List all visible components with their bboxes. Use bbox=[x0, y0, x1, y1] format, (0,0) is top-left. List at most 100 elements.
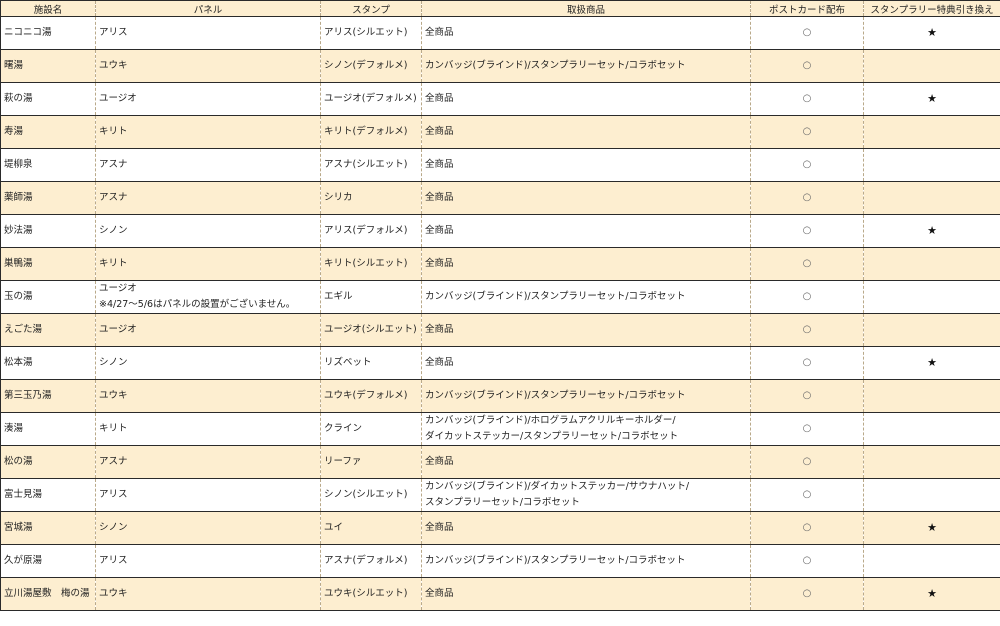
stamp-cell: シノン(デフォルメ) bbox=[320, 49, 422, 83]
facility-cell: 松の湯 bbox=[0, 445, 96, 479]
products-cell: 全商品 bbox=[421, 82, 751, 116]
panel-cell: アリス bbox=[95, 16, 321, 50]
header-reward: スタンプラリー特典引き換え bbox=[863, 0, 1000, 17]
products-cell: 全商品 bbox=[421, 214, 751, 248]
panel-cell: キリト bbox=[95, 115, 321, 149]
products-cell: 全商品 bbox=[421, 511, 751, 545]
products-line: カンバッジ(ブラインド)/スタンプラリーセット/コラボセット bbox=[425, 390, 686, 401]
table-row: ニコニコ湯 アリス アリス(シルエット) 全商品 ○ ★ bbox=[0, 16, 1000, 50]
table-row: 第三玉乃湯 ユウキ ユウキ(デフォルメ) カンバッジ(ブラインド)/スタンプラリーセッ… bbox=[0, 379, 1000, 413]
products-cell: 全商品 bbox=[421, 313, 751, 347]
stamp-cell: クライン bbox=[320, 412, 422, 446]
products-cell: カンバッジ(ブラインド)/ホログラムアクリルキーホルダー/ダイカットステッカー/… bbox=[421, 412, 751, 446]
table-row: 萩の湯 ユージオ ユージオ(デフォルメ) 全商品 ○ ★ bbox=[0, 82, 1000, 116]
panel-cell: ユウキ bbox=[95, 577, 321, 611]
products-line: 全商品 bbox=[425, 357, 454, 368]
reward-star-mark bbox=[863, 313, 1000, 347]
reward-star-mark: ★ bbox=[863, 214, 1000, 248]
panel-line: アリス bbox=[99, 489, 128, 500]
reward-star-mark: ★ bbox=[863, 82, 1000, 116]
facility-cell: 薬師湯 bbox=[0, 181, 96, 215]
panel-line: ユウキ bbox=[99, 390, 128, 401]
panel-line: アリス bbox=[99, 27, 128, 38]
facility-cell: 湊湯 bbox=[0, 412, 96, 446]
panel-line: キリト bbox=[99, 423, 128, 434]
header-panel: パネル bbox=[95, 0, 321, 17]
facility-cell: 宮城湯 bbox=[0, 511, 96, 545]
products-cell: 全商品 bbox=[421, 247, 751, 281]
stamp-cell: シノン(シルエット) bbox=[320, 478, 422, 512]
postcard-mark: ○ bbox=[750, 313, 864, 347]
header-row: 施設名 パネル スタンプ 取扱商品 ポストカード配布 スタンプラリー特典引き換え bbox=[0, 0, 1000, 17]
panel-cell: ユウキ bbox=[95, 49, 321, 83]
reward-star-mark bbox=[863, 148, 1000, 182]
reward-star-mark: ★ bbox=[863, 511, 1000, 545]
panel-line: ユウキ bbox=[99, 60, 128, 71]
panel-line: アスナ bbox=[99, 456, 128, 467]
products-line: 全商品 bbox=[425, 126, 454, 137]
panel-cell: ユージオ bbox=[95, 313, 321, 347]
reward-star-mark bbox=[863, 478, 1000, 512]
table-row: 久が原湯 アリス アスナ(デフォルメ) カンバッジ(ブラインド)/スタンプラリーセット… bbox=[0, 544, 1000, 578]
products-cell: カンバッジ(ブラインド)/スタンプラリーセット/コラボセット bbox=[421, 49, 751, 83]
table-body: ニコニコ湯 アリス アリス(シルエット) 全商品 ○ ★ 曙湯 ユウキ シノン(デフォルメ) カン… bbox=[0, 16, 1000, 611]
table-row: えごた湯 ユージオ ユージオ(シルエット) 全商品 ○ bbox=[0, 313, 1000, 347]
reward-star-mark bbox=[863, 379, 1000, 413]
products-line: 全商品 bbox=[425, 456, 454, 467]
facility-cell: 立川湯屋敷 梅の湯 bbox=[0, 577, 96, 611]
stamp-cell: ユージオ(デフォルメ) bbox=[320, 82, 422, 116]
stamp-cell: アリス(デフォルメ) bbox=[320, 214, 422, 248]
stamp-cell: エギル bbox=[320, 280, 422, 314]
products-cell: 全商品 bbox=[421, 148, 751, 182]
postcard-mark: ○ bbox=[750, 511, 864, 545]
header-postcard: ポストカード配布 bbox=[750, 0, 864, 17]
reward-star-mark: ★ bbox=[863, 346, 1000, 380]
panel-cell: アリス bbox=[95, 544, 321, 578]
postcard-mark: ○ bbox=[750, 16, 864, 50]
products-line: カンバッジ(ブラインド)/ダイカットステッカー/サウナハット/ bbox=[425, 481, 690, 492]
panel-cell: アスナ bbox=[95, 445, 321, 479]
panel-cell: シノン bbox=[95, 214, 321, 248]
reward-star-mark: ★ bbox=[863, 577, 1000, 611]
products-line: カンバッジ(ブラインド)/スタンプラリーセット/コラボセット bbox=[425, 291, 686, 302]
stamp-cell: アスナ(シルエット) bbox=[320, 148, 422, 182]
facility-cell: 妙法湯 bbox=[0, 214, 96, 248]
stamp-cell: リーファ bbox=[320, 445, 422, 479]
panel-cell: シノン bbox=[95, 511, 321, 545]
facility-table: 施設名 パネル スタンプ 取扱商品 ポストカード配布 スタンプラリー特典引き換え… bbox=[0, 0, 1000, 611]
panel-cell: ユージオ ※4/27～5/6はパネルの設置がございません。 bbox=[95, 280, 321, 314]
header-facility: 施設名 bbox=[0, 0, 96, 17]
facility-cell: えごた湯 bbox=[0, 313, 96, 347]
panel-line: シノン bbox=[99, 357, 128, 368]
reward-star-mark bbox=[863, 445, 1000, 479]
panel-cell: ユウキ bbox=[95, 379, 321, 413]
panel-line: ※4/27～5/6はパネルの設置がございません。 bbox=[99, 299, 296, 310]
postcard-mark: ○ bbox=[750, 412, 864, 446]
products-cell: カンバッジ(ブラインド)/スタンプラリーセット/コラボセット bbox=[421, 280, 751, 314]
table-row: 堤柳泉 アスナ アスナ(シルエット) 全商品 ○ bbox=[0, 148, 1000, 182]
postcard-mark: ○ bbox=[750, 181, 864, 215]
reward-star-mark: ★ bbox=[863, 16, 1000, 50]
table-row: 薬師湯 アスナ シリカ 全商品 ○ bbox=[0, 181, 1000, 215]
panel-line: ユージオ bbox=[99, 324, 137, 335]
postcard-mark: ○ bbox=[750, 115, 864, 149]
facility-cell: ニコニコ湯 bbox=[0, 16, 96, 50]
table-row: 立川湯屋敷 梅の湯 ユウキ ユウキ(シルエット) 全商品 ○ ★ bbox=[0, 577, 1000, 611]
panel-cell: アリス bbox=[95, 478, 321, 512]
products-line: 全商品 bbox=[425, 159, 454, 170]
panel-line: シノン bbox=[99, 225, 128, 236]
stamp-cell: キリト(デフォルメ) bbox=[320, 115, 422, 149]
postcard-mark: ○ bbox=[750, 445, 864, 479]
header-products: 取扱商品 bbox=[421, 0, 751, 17]
facility-cell: 久が原湯 bbox=[0, 544, 96, 578]
products-cell: 全商品 bbox=[421, 16, 751, 50]
table-row: 寿湯 キリト キリト(デフォルメ) 全商品 ○ bbox=[0, 115, 1000, 149]
table-row: 玉の湯 ユージオ ※4/27～5/6はパネルの設置がございません。 エギル カンバッジ(… bbox=[0, 280, 1000, 314]
panel-line: シノン bbox=[99, 522, 128, 533]
postcard-mark: ○ bbox=[750, 148, 864, 182]
products-line: ダイカットステッカー/スタンプラリーセット/コラボセット bbox=[425, 431, 679, 442]
products-cell: カンバッジ(ブラインド)/スタンプラリーセット/コラボセット bbox=[421, 379, 751, 413]
postcard-mark: ○ bbox=[750, 379, 864, 413]
panel-cell: キリト bbox=[95, 247, 321, 281]
table-row: 松本湯 シノン リズベット 全商品 ○ ★ bbox=[0, 346, 1000, 380]
